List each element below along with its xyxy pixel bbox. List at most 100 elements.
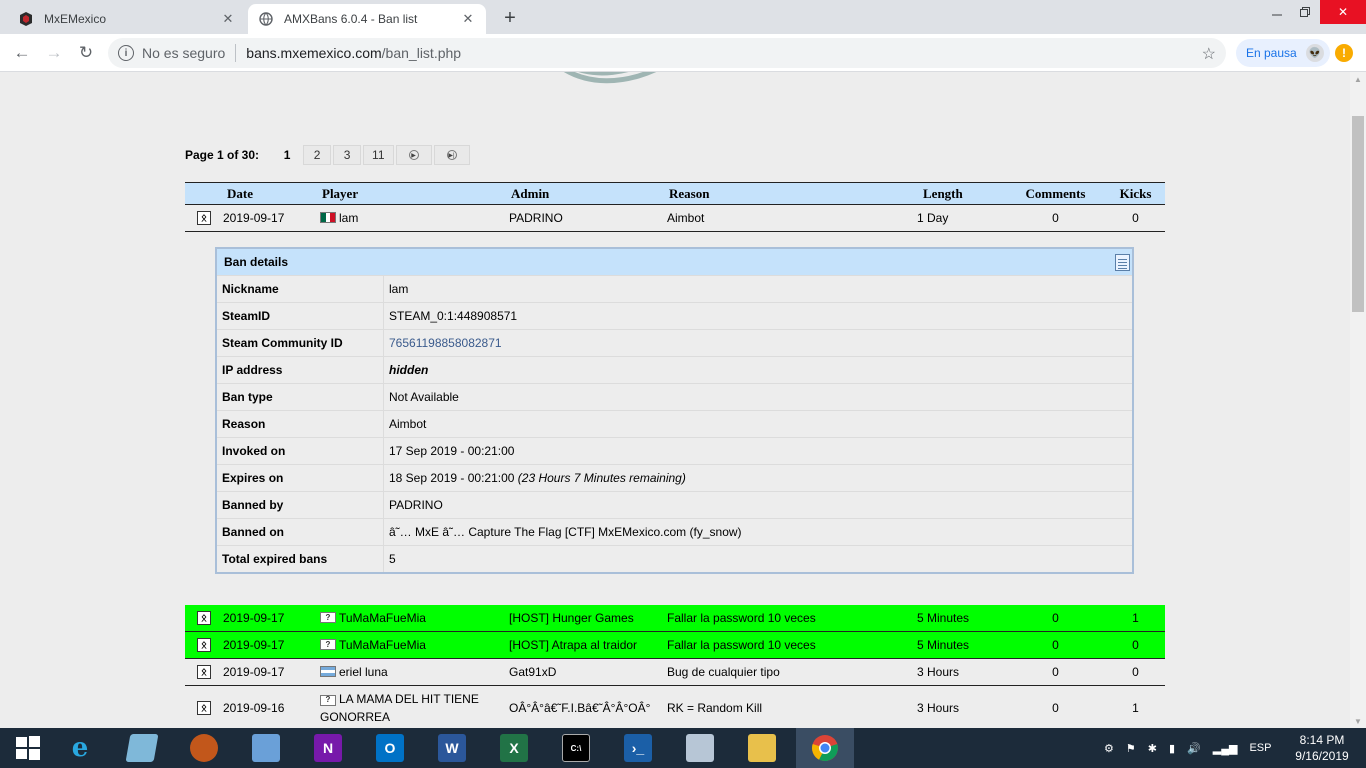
scroll-up-arrow-icon[interactable]: ▲ bbox=[1350, 72, 1366, 86]
profile-button[interactable]: En pausa 👽 bbox=[1236, 39, 1330, 67]
update-alert-icon[interactable]: ! bbox=[1335, 44, 1353, 62]
volume-icon[interactable]: 🔊 bbox=[1187, 742, 1201, 755]
chrome-icon[interactable] bbox=[796, 728, 854, 768]
game-mod-icon: ᛟ bbox=[197, 611, 211, 625]
steam-icon[interactable]: ⚙ bbox=[1104, 742, 1114, 755]
close-tab-icon[interactable]: ✕ bbox=[460, 11, 476, 27]
scroll-down-arrow-icon[interactable]: ▼ bbox=[1350, 714, 1366, 728]
close-tab-icon[interactable]: ✕ bbox=[220, 11, 236, 27]
kick-count: 1 bbox=[1132, 701, 1139, 715]
calculator-icon[interactable] bbox=[672, 728, 728, 768]
detail-key: Banned by bbox=[217, 492, 384, 518]
game-mod-icon: ᛟ bbox=[197, 701, 211, 715]
minimize-icon[interactable] bbox=[1262, 0, 1292, 24]
comment-count: 0 bbox=[1052, 211, 1059, 225]
table-row[interactable]: ᛟ 2019-09-17 lam PADRINO Aimbot 1 Day 0 … bbox=[185, 205, 1165, 232]
detail-row: Total expired bans 5 bbox=[217, 545, 1132, 572]
ban-length: 3 Hours bbox=[917, 701, 960, 715]
wifi-signal-icon[interactable]: ▂▄▆ bbox=[1213, 742, 1238, 755]
ban-details-container: Ban details Nickname lam SteamID STEAM_0:1… bbox=[185, 232, 1165, 605]
last-page-button[interactable]: ▶| bbox=[433, 145, 470, 165]
tab-strip: MxEMexico ✕ AMXBans 6.0.4 - Ban list ✕ +… bbox=[0, 0, 1366, 34]
word-icon[interactable]: W bbox=[424, 728, 480, 768]
internet-explorer-icon[interactable]: e bbox=[52, 728, 108, 768]
next-page-button[interactable]: ▶ bbox=[395, 145, 432, 165]
url-path: /ban_list.php bbox=[381, 45, 462, 61]
forward-arrow-icon[interactable]: → bbox=[42, 41, 66, 65]
new-tab-button[interactable]: + bbox=[498, 6, 522, 30]
tab-mxemexico[interactable]: MxEMexico ✕ bbox=[8, 4, 246, 34]
detail-row: IP address hidden bbox=[217, 356, 1132, 383]
detail-row: SteamID STEAM_0:1:448908571 bbox=[217, 302, 1132, 329]
steam-community-link[interactable]: 76561198858082871 bbox=[384, 336, 502, 350]
ban-date: 2019-09-16 bbox=[223, 701, 285, 715]
page-link[interactable]: 3 bbox=[333, 145, 362, 165]
mxemexico-favicon-icon bbox=[18, 11, 34, 27]
battery-icon[interactable]: ▮ bbox=[1169, 742, 1175, 755]
tab-title: AMXBans 6.0.4 - Ban list bbox=[284, 12, 418, 26]
header-length: Length bbox=[923, 185, 963, 201]
address-bar[interactable]: i No es seguro bans.mxemexico.com/ban_li… bbox=[108, 38, 1226, 68]
restore-icon[interactable] bbox=[1290, 0, 1320, 24]
clock[interactable]: 8:14 PM 9/16/2019 bbox=[1292, 732, 1352, 764]
bookmark-star-icon[interactable]: ☆ bbox=[1202, 44, 1216, 64]
table-row[interactable]: ᛟ 2019-09-17 ? TuMaMaFueMia [HOST] Hunger… bbox=[185, 605, 1165, 632]
ban-details-panel: Ban details Nickname lam SteamID STEAM_0:1… bbox=[215, 247, 1134, 574]
table-row[interactable]: ᛟ 2019-09-17 ? TuMaMaFueMia [HOST] Atrapa… bbox=[185, 632, 1165, 659]
page-link[interactable]: 11 bbox=[363, 145, 394, 165]
ban-reason: Fallar la password 10 veces bbox=[667, 638, 816, 652]
page-scrollbar[interactable]: ▲ ▼ bbox=[1350, 72, 1366, 728]
unknown-flag-icon: ? bbox=[320, 639, 336, 650]
notepad-icon[interactable] bbox=[114, 728, 170, 768]
admin-name: OÂ°Â°â€˜F.I.Bâ€˜Â°Â°OÂ° bbox=[509, 701, 651, 715]
detail-value: STEAM_0:1:448908571 bbox=[389, 309, 518, 323]
language-indicator[interactable]: ESP bbox=[1249, 742, 1271, 754]
player-name: ? LA MAMA DEL HIT TIENE GONORREA bbox=[320, 692, 479, 724]
admin-name: PADRINO bbox=[509, 211, 563, 225]
kick-count: 1 bbox=[1132, 611, 1139, 625]
clock-date: 9/16/2019 bbox=[1295, 749, 1349, 763]
control-panel-icon[interactable] bbox=[238, 728, 294, 768]
start-button[interactable] bbox=[0, 728, 56, 768]
file-explorer-icon[interactable] bbox=[734, 728, 790, 768]
table-row[interactable]: ᛟ 2019-09-17 eriel luna Gat91xD Bug de c… bbox=[185, 659, 1165, 686]
network-status-icon[interactable]: ⚑ bbox=[1126, 742, 1136, 755]
game-mod-icon: ᛟ bbox=[197, 665, 211, 679]
profile-avatar-icon: 👽 bbox=[1306, 44, 1324, 62]
ban-details-header: Ban details bbox=[217, 249, 1132, 275]
detail-value: Aimbot bbox=[389, 417, 427, 431]
close-window-icon[interactable]: ✕ bbox=[1320, 0, 1366, 24]
detail-value: hidden bbox=[389, 363, 429, 377]
excel-icon[interactable]: X bbox=[486, 728, 542, 768]
command-prompt-icon[interactable]: C:\ bbox=[548, 728, 604, 768]
tab-amxbans[interactable]: AMXBans 6.0.4 - Ban list ✕ bbox=[248, 4, 486, 34]
powershell-icon[interactable]: ›_ bbox=[610, 728, 666, 768]
document-icon[interactable] bbox=[1115, 254, 1130, 271]
kick-count: 0 bbox=[1132, 665, 1139, 679]
table-row[interactable]: ᛟ 2019-09-16 ? LA MAMA DEL HIT TIENE GONO… bbox=[185, 686, 1165, 728]
player-name: TuMaMaFueMia bbox=[339, 638, 426, 652]
outlook-icon[interactable]: O bbox=[362, 728, 418, 768]
detail-key: Ban type bbox=[217, 384, 384, 410]
reload-icon[interactable]: ↻ bbox=[74, 41, 98, 65]
ban-reason: Fallar la password 10 veces bbox=[667, 611, 816, 625]
scrollbar-thumb[interactable] bbox=[1352, 116, 1364, 312]
info-icon[interactable]: i bbox=[118, 45, 134, 61]
ban-date: 2019-09-17 bbox=[223, 638, 285, 652]
ban-length: 1 Day bbox=[917, 211, 949, 225]
detail-row: Expires on 18 Sep 2019 - 00:21:00 (23 Hou… bbox=[217, 464, 1132, 491]
detail-row: Nickname lam bbox=[217, 275, 1132, 302]
current-page: 1 bbox=[283, 148, 291, 162]
baseball-glove-icon[interactable] bbox=[176, 728, 232, 768]
omnibox-divider bbox=[235, 44, 237, 62]
back-arrow-icon[interactable]: ← bbox=[10, 41, 34, 65]
ban-date: 2019-09-17 bbox=[223, 611, 285, 625]
notification-icon[interactable]: ✱ bbox=[1148, 742, 1157, 755]
header-reason: Reason bbox=[669, 185, 710, 201]
ban-reason: Aimbot bbox=[667, 211, 705, 225]
detail-key: IP address bbox=[217, 357, 384, 383]
page-link[interactable]: 2 bbox=[303, 145, 332, 165]
windows-taskbar: e N O W X C:\ ›_ ⚙ ⚑ ✱ ▮ 🔊 ▂▄▆ ESP 8:14 … bbox=[0, 728, 1366, 768]
detail-key: Banned on bbox=[217, 519, 384, 545]
onenote-icon[interactable]: N bbox=[300, 728, 356, 768]
